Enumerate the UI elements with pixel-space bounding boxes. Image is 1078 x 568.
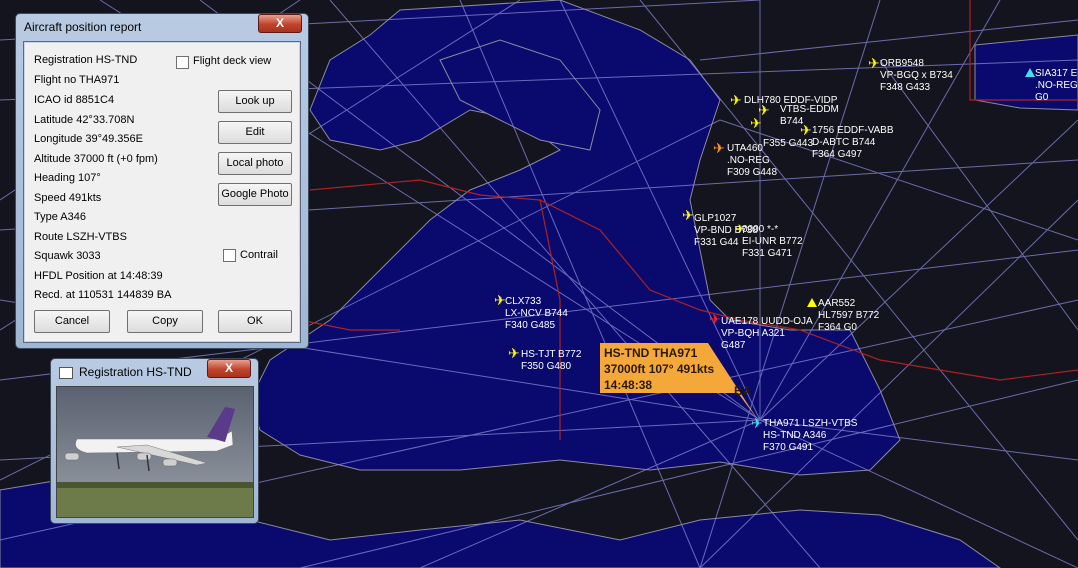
tag-line-2: 37000ft 107° 491kts xyxy=(604,362,715,376)
aircraft-icon[interactable]: ✈ xyxy=(709,311,721,327)
flight-deck-view-label: Flight deck view xyxy=(193,55,272,67)
photo-window-title: Registration HS-TND xyxy=(79,365,192,379)
photo-close-button[interactable]: X xyxy=(207,359,251,378)
aircraft-label-line: 1756 EDDF-VABB xyxy=(812,125,894,136)
aircraft-label-line: .NO-REG xyxy=(1035,80,1078,91)
aircraft-icon[interactable]: ✈ xyxy=(713,140,725,156)
aircraft-icon[interactable]: ✈ xyxy=(868,55,880,71)
aircraft-label-line: G0 xyxy=(1035,92,1049,103)
google-photo-button[interactable]: Google Photo xyxy=(218,183,292,206)
aircraft-label[interactable]: UTA460 .NO-REG F309 G448 xyxy=(727,143,777,179)
selected-aircraft-tag[interactable]: HS-TND THA971 37000ft 107° 491kts 14:48:… xyxy=(600,343,750,395)
tag-line-1: HS-TND THA971 xyxy=(604,346,698,360)
aircraft-label-line: SIA317 E xyxy=(1035,68,1078,79)
aircraft-icon[interactable]: ✈ xyxy=(508,345,520,361)
ok-button[interactable]: OK xyxy=(218,310,292,333)
aircraft-label-line: AAR552 xyxy=(818,298,856,309)
aircraft-label[interactable]: 1756 EDDF-VABB D-ABTC B744 F364 G497 xyxy=(812,125,894,161)
edit-button[interactable]: Edit xyxy=(218,121,292,144)
aircraft-label[interactable]: CLX733 LX-NCV B744 F340 G485 xyxy=(505,296,568,332)
aircraft-label[interactable]: AAR552 HL7597 B772 F364 G0 xyxy=(818,298,879,334)
aircraft-label[interactable]: THA971 LSZH-VTBS HS-TND A346 F370 G491 xyxy=(763,418,857,454)
aircraft-label-line: VP-BGQ x B734 xyxy=(880,70,953,81)
close-button[interactable]: X xyxy=(258,14,302,33)
aircraft-label-line: HS-TND A346 xyxy=(763,430,827,441)
aircraft-label-line: F340 G485 xyxy=(505,320,556,331)
aircraft-label-line: F364 G0 xyxy=(818,322,857,333)
aircraft-label-line: F364 G497 xyxy=(812,149,863,160)
aircraft-label[interactable]: ORB9548 VP-BGQ x B734 F348 G433 xyxy=(880,58,953,94)
position-report-window: Aircraft position report X Registration … xyxy=(15,13,309,349)
aircraft-icon[interactable]: ✈ xyxy=(494,292,506,308)
longitude-field: Longitude 39°49.356E xyxy=(34,133,143,145)
aircraft-label-line: F309 G448 xyxy=(727,167,778,178)
aircraft-label-line: ORB9548 xyxy=(880,58,924,69)
aircraft-label[interactable]: HS-TJT B772 F350 G480 xyxy=(521,349,581,373)
contrail-checkbox[interactable] xyxy=(223,249,236,262)
aircraft-label-line: VTBS-EDDM xyxy=(780,104,839,115)
aircraft-label[interactable]: 0000 *-* EI-UNR B772 F331 G471 xyxy=(742,224,803,260)
window-title: Aircraft position report xyxy=(24,20,142,34)
aircraft-label-line: EI-UNR B772 xyxy=(742,236,803,247)
hfdl-field: HFDL Position at 14:48:39 xyxy=(34,270,163,282)
lookup-button[interactable]: Look up xyxy=(218,90,292,113)
aircraft-label[interactable]: SIA317 E .NO-REG G0 xyxy=(1035,68,1078,104)
registration-field: Registration HS-TND xyxy=(34,54,138,66)
aircraft-label-line: D-ABTC B744 xyxy=(812,137,876,148)
tag-suffix: BA xyxy=(734,384,752,398)
latitude-field: Latitude 42°33.708N xyxy=(34,114,135,126)
aircraft-label-line: HL7597 B772 xyxy=(818,310,880,321)
aircraft-label-line: F370 G491 xyxy=(763,442,814,453)
aircraft-label-line: F348 G433 xyxy=(880,82,931,93)
heading-field: Heading 107° xyxy=(34,172,101,184)
icao-field: ICAO id 8851C4 xyxy=(34,94,115,106)
aircraft-label-line: UAE178 UUDD-OJA xyxy=(721,316,813,327)
aircraft-label-line: F331 G471 xyxy=(742,248,793,259)
window-icon xyxy=(59,367,73,379)
aircraft-icon[interactable]: ✈ xyxy=(750,115,762,131)
contrail-label: Contrail xyxy=(240,249,278,261)
type-field: Type A346 xyxy=(34,211,86,223)
flight-deck-view-checkbox[interactable] xyxy=(176,56,189,69)
cancel-button[interactable]: Cancel xyxy=(34,310,110,333)
aircraft-icon[interactable]: ✈ xyxy=(730,92,742,108)
aircraft-icon[interactable]: ✈ xyxy=(751,415,763,431)
copy-button[interactable]: Copy xyxy=(127,310,203,333)
altitude-field: Altitude 37000 ft (+0 fpm) xyxy=(34,153,158,165)
speed-field: Speed 491kts xyxy=(34,192,102,204)
aircraft-label-line: CLX733 xyxy=(505,296,542,307)
flight-no-field: Flight no THA971 xyxy=(34,74,120,86)
recd-field: Recd. at 110531 144839 BA xyxy=(34,289,172,301)
aircraft-label-line: UTA460 xyxy=(727,143,763,154)
aircraft-icon[interactable]: ✈ xyxy=(682,207,694,223)
aircraft-label-line: VP-BQH A321 xyxy=(721,328,785,339)
aircraft-label-line: 0000 *-* xyxy=(742,224,779,235)
local-photo-button[interactable]: Local photo xyxy=(218,152,292,175)
report-panel: Registration HS-TND Flight no THA971 ICA… xyxy=(23,41,301,343)
aircraft-label-line: HS-TJT B772 xyxy=(521,349,582,360)
aircraft-label-line: LX-NCV B744 xyxy=(505,308,568,319)
tag-line-3: 14:48:38 xyxy=(604,378,653,392)
aircraft-label-line: .NO-REG xyxy=(727,155,770,166)
route-field: Route LSZH-VTBS xyxy=(34,231,127,243)
aircraft-label-line: F350 G480 xyxy=(521,361,572,372)
aircraft-photo xyxy=(56,386,254,518)
aircraft-label-line: THA971 LSZH-VTBS xyxy=(763,418,858,429)
squawk-field: Squawk 3033 xyxy=(34,250,101,262)
